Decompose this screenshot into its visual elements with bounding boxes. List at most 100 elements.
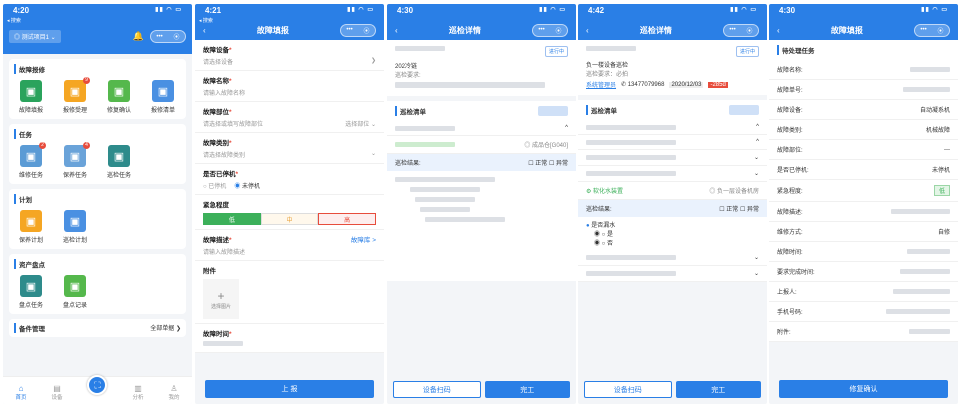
complete-button[interactable]: 完工 [484, 381, 570, 398]
detail-row: 上报人: [769, 282, 958, 302]
home-header: 4:20 ▮▮ ◠ ▭ ◂ 搜索 ◎ 测试项目1 ⌄ 🔔 ••• ⦿ [3, 4, 192, 54]
complete-button[interactable]: 完工 [675, 381, 761, 398]
close-icon[interactable]: ⦿ [747, 26, 753, 35]
tab-mine[interactable]: ♙ 我的 [168, 384, 179, 401]
back-icon[interactable]: ‹ [203, 26, 206, 35]
urgency-mid[interactable]: 中 [260, 213, 319, 225]
radio-yes[interactable]: ◉ ○ 是 [586, 229, 759, 238]
list-item[interactable]: ⌄ [578, 266, 767, 282]
list-item-name [586, 155, 676, 160]
status-time: 4:30 [397, 6, 414, 15]
chevron-down-icon: ⌄ [753, 171, 759, 177]
scan-device-button[interactable]: 设备扫码 [393, 381, 481, 398]
tile-4[interactable]: ▣ 报修清单 [146, 80, 180, 114]
abnormal-checkbox[interactable]: ☐ 异常 [549, 161, 568, 167]
back-icon[interactable]: ‹ [395, 26, 398, 35]
report-field[interactable]: 故障设备* 请选择设备 ❯ [195, 40, 384, 71]
close-icon[interactable]: ⦿ [174, 32, 180, 41]
tile-2[interactable]: ▣ 巡检计划 [58, 210, 92, 244]
more-icon[interactable]: ••• [920, 27, 926, 33]
bell-icon[interactable]: 🔔 [133, 31, 144, 42]
time-value[interactable] [203, 341, 243, 346]
desc-input[interactable]: 请输入故障描述 [203, 247, 376, 256]
report-field[interactable]: 故障名称* 请输入故障名称 [195, 71, 384, 102]
list-item[interactable]: ^ [578, 120, 767, 135]
scan-device-button[interactable]: 设备扫码 [584, 381, 672, 398]
back-to-search[interactable]: ◂ 搜索 [7, 17, 21, 24]
tile-2[interactable]: ▣ 4 保养任务 [58, 142, 92, 179]
tile-label: 故障填报 [18, 108, 43, 114]
required-mark: * [229, 109, 232, 116]
close-icon[interactable]: ⦿ [938, 26, 944, 35]
miniapp-capsule[interactable]: ••• ⦿ [722, 23, 759, 37]
tile-label: 盘点记录 [62, 303, 87, 309]
urgency-high[interactable]: 高 [318, 213, 377, 225]
miniapp-capsule[interactable]: ••• ⦿ [913, 23, 950, 37]
radio-no[interactable]: ◉ ○ 否 [586, 238, 759, 247]
miniapp-capsule[interactable]: ••• ⦿ [150, 30, 186, 43]
field-action[interactable]: 选择部位 ⌄ [345, 119, 376, 128]
close-icon[interactable]: ⦿ [556, 26, 562, 35]
list-action[interactable] [538, 106, 568, 116]
field-input[interactable]: 请选择设备 ❯ [203, 57, 376, 66]
field-input[interactable]: 请选择故障类别 ⌄ [203, 150, 376, 159]
report-field[interactable]: 故障类别* 请选择故障类别 ⌄ [195, 133, 384, 164]
tab-home[interactable]: ⌂ 首页 [15, 384, 26, 401]
assignee[interactable]: 系统管理员 [586, 80, 616, 89]
tile-3[interactable]: ▣ 修复确认 [102, 80, 136, 114]
all-docs-link[interactable]: 全部单据 ❯ [150, 323, 181, 333]
field-action[interactable]: ❯ [371, 57, 376, 66]
repair-confirm-button[interactable]: 修复确认 [779, 380, 948, 398]
back-to-search[interactable]: ◂ 搜索 [199, 17, 213, 24]
tile-1[interactable]: ▣ 故障填报 [14, 80, 48, 114]
detail-key: 故障设备: [777, 108, 803, 114]
tile-2[interactable]: ▣ 盘点记录 [58, 275, 92, 309]
radio-stopped-label: 已停机 [208, 184, 227, 190]
choose-image-button[interactable]: + 选择图片 [203, 279, 239, 319]
detail-row: 紧急程度: 低 [769, 180, 958, 202]
more-icon[interactable]: ••• [538, 27, 544, 33]
urgency-low[interactable]: 低 [203, 213, 261, 225]
back-icon[interactable]: ‹ [777, 26, 780, 35]
more-icon[interactable]: ••• [729, 27, 735, 33]
tile-1[interactable]: ▣ 保养计划 [14, 210, 48, 244]
task-name [586, 46, 636, 51]
list-item[interactable]: ⌄ [578, 150, 767, 166]
list-item[interactable]: ⌄ [578, 166, 767, 182]
fault-library-link[interactable]: 故障库 > [351, 234, 376, 244]
list-item[interactable]: ^ [578, 135, 767, 150]
phone[interactable]: ✆ 13477079968 [621, 81, 664, 88]
close-icon[interactable]: ⦿ [364, 26, 370, 35]
spare-parts-section[interactable]: 备件管理 全部单据 ❯ [9, 319, 186, 337]
tab-analysis[interactable]: ▥ 分析 [132, 384, 143, 401]
radio-stopped[interactable]: ○ 已停机 [203, 181, 226, 190]
device-icon: ▤ [53, 384, 61, 393]
list-item[interactable]: ⌄ [578, 250, 767, 266]
field-input[interactable]: 请选择或填写故障部位 选择部位 ⌄ [203, 119, 376, 128]
field-action[interactable]: ⌄ [371, 150, 376, 159]
tile-3[interactable]: ▣ 巡检任务 [102, 145, 136, 179]
tile-1[interactable]: ▣ 盘点任务 [14, 275, 48, 309]
tab-device[interactable]: ▤ 设备 [51, 384, 62, 401]
phone-number: 13477079968 [627, 82, 665, 88]
report-field[interactable]: 故障部位* 请选择或填写故障部位 选择部位 ⌄ [195, 102, 384, 133]
normal-checkbox[interactable]: ☐ 正常 [528, 161, 547, 167]
miniapp-capsule[interactable]: ••• ⦿ [531, 23, 568, 37]
abnormal-checkbox[interactable]: ☐ 异常 [740, 207, 759, 213]
result-row: 巡检结果: ☐ 正常 ☐ 异常 [387, 154, 576, 171]
more-icon[interactable]: ••• [346, 27, 352, 33]
scan-fab[interactable]: ⛶ [87, 375, 108, 395]
radio-not-stopped[interactable]: ◉ 未停机 [234, 181, 260, 190]
detail-key: 紧急程度: [777, 189, 803, 195]
miniapp-capsule[interactable]: ••• ⦿ [339, 23, 376, 37]
tile-2[interactable]: ▣ 9 报修受理 [58, 77, 92, 114]
normal-checkbox[interactable]: ☐ 正常 [719, 207, 738, 213]
field-input[interactable]: 请输入故障名称 [203, 88, 376, 97]
submit-button[interactable]: 上 报 [205, 380, 374, 398]
list-action[interactable] [729, 105, 759, 115]
list-item[interactable]: ^ [387, 121, 576, 136]
project-selector[interactable]: ◎ 测试项目1 ⌄ [9, 30, 61, 43]
back-icon[interactable]: ‹ [586, 26, 589, 35]
tile-1[interactable]: ▣ 2 维修任务 [14, 142, 48, 179]
more-icon[interactable]: ••• [156, 34, 162, 40]
